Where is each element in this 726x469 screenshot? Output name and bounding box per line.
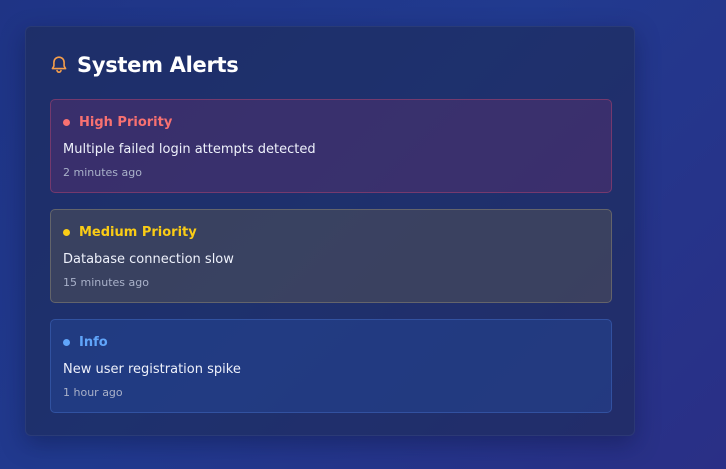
panel-title: System Alerts [77, 53, 239, 77]
alert-message: Multiple failed login attempts detected [63, 142, 316, 157]
status-dot [63, 338, 70, 346]
panel-header: System Alerts [50, 51, 239, 79]
alert-header: High Priority [63, 113, 172, 131]
alert-info[interactable]: Info New user registration spike 1 hour … [50, 319, 612, 413]
alert-level: Medium Priority [79, 224, 197, 240]
bell-icon [50, 55, 68, 75]
alert-timestamp: 1 hour ago [63, 386, 123, 399]
alert-header: Medium Priority [63, 223, 197, 241]
status-dot [63, 228, 70, 236]
alert-message: Database connection slow [63, 252, 234, 267]
alert-header: Info [63, 333, 108, 351]
alert-high-priority[interactable]: High Priority Multiple failed login atte… [50, 99, 612, 193]
alert-medium-priority[interactable]: Medium Priority Database connection slow… [50, 209, 612, 303]
alert-timestamp: 15 minutes ago [63, 276, 149, 289]
alert-message: New user registration spike [63, 362, 241, 377]
system-alerts-panel: System Alerts High Priority Multiple fai… [25, 26, 635, 436]
alert-level: Info [79, 334, 108, 350]
status-dot [63, 118, 70, 126]
alert-timestamp: 2 minutes ago [63, 166, 142, 179]
alert-level: High Priority [79, 114, 173, 130]
